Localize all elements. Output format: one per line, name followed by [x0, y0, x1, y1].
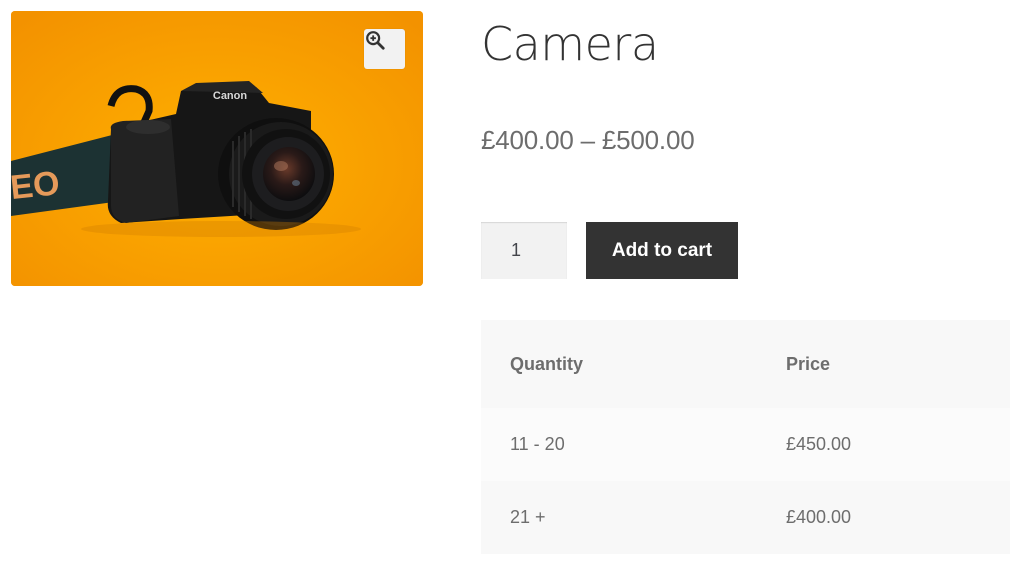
quantity-column-header: Quantity [481, 320, 786, 408]
price-column-header: Price [786, 320, 1010, 408]
zoom-in-icon [366, 31, 385, 50]
product-page: EO Canon Camera £400.00 – £500.00 1 Add … [0, 0, 1024, 567]
table-row: 21 + £400.00 [481, 481, 1010, 554]
brand-text: Canon [213, 90, 248, 102]
camera-photo: EO Canon [11, 11, 423, 286]
tiered-pricing-table: Quantity Price 11 - 20 £450.00 21 + £400… [481, 320, 1010, 554]
quantity-cell: 11 - 20 [481, 408, 786, 481]
product-title: Camera [481, 17, 659, 71]
zoom-button[interactable] [364, 29, 405, 69]
add-to-cart-button[interactable]: Add to cart [586, 222, 738, 279]
quantity-input[interactable] [481, 222, 567, 279]
product-image[interactable]: EO Canon [11, 11, 423, 286]
quantity-cell: 21 + [481, 481, 786, 554]
price-cell: £450.00 [786, 408, 1010, 481]
price-cell: £400.00 [786, 481, 1010, 554]
table-header-row: Quantity Price [481, 320, 1010, 408]
price-range: £400.00 – £500.00 [481, 125, 695, 155]
table-row: 11 - 20 £450.00 [481, 408, 1010, 481]
strap-text: EO [11, 164, 61, 207]
